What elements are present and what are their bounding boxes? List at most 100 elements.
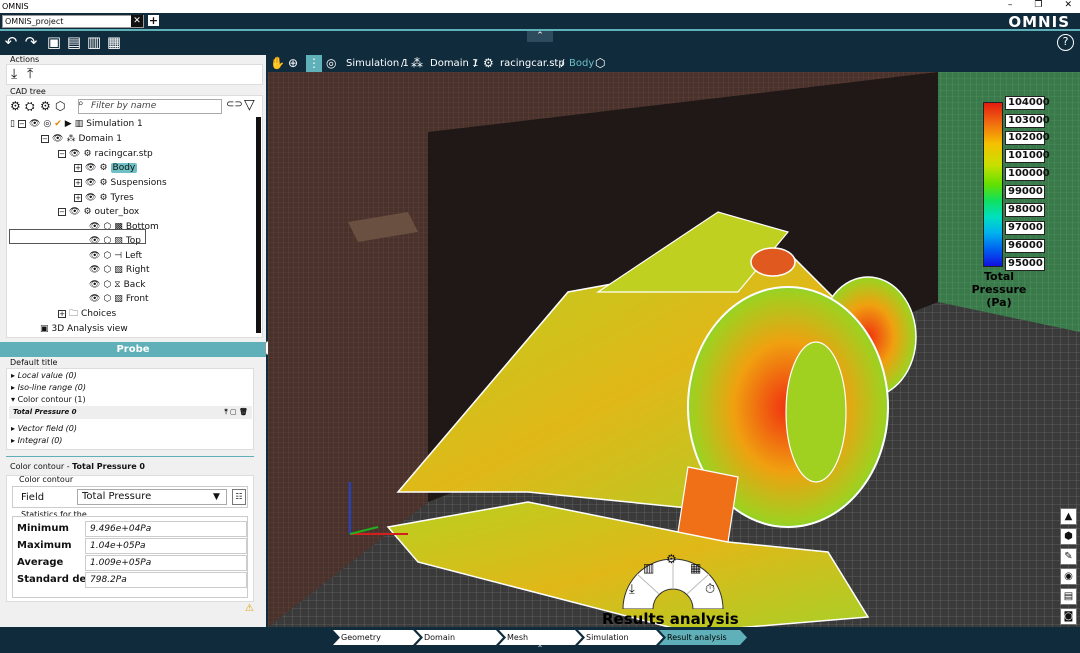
add-tab-icon[interactable]: + [148, 15, 159, 26]
tree-view-icon-3[interactable]: ⚙ [40, 99, 51, 113]
step-geometry[interactable]: Geometry [333, 630, 420, 645]
probe-default-title: Default title [10, 358, 58, 367]
tree-view-icon-2[interactable]: ⛭ [25, 99, 35, 114]
tree-item-front[interactable]: 👁 ⬡ ▧ Front [89, 292, 149, 306]
layout-icon[interactable]: ▦ [105, 33, 123, 51]
cube-icon[interactable]: ⬡ [595, 55, 605, 72]
separator [6, 456, 254, 457]
tree-item-right[interactable]: 👁 ⬡ ▧ Right [89, 263, 150, 277]
collapse-icon: − [17, 119, 26, 128]
step-simulation[interactable]: Simulation [578, 630, 663, 645]
tree-item-domain[interactable]: − 👁 ⁂ Domain 1 [41, 132, 122, 146]
warning-icon[interactable]: ⚠ [245, 603, 254, 614]
collapse-icon: − [41, 134, 49, 143]
project-tab[interactable]: OMNIS_project [2, 15, 144, 28]
help-icon[interactable]: ? [1057, 34, 1074, 51]
tree-item-back[interactable]: 👁 ⬡ ⧖ Back [89, 278, 145, 292]
ruler-icon[interactable]: ✎ [1060, 548, 1077, 565]
probe-item-contour[interactable]: ▾ Color contour (1) [11, 395, 86, 404]
settings-icon[interactable]: ⚙ [666, 552, 677, 566]
viewport-breadcrumb-bar: ✋ ⊕ ⋮ ◎ Simulation 1 / ⁂ Domain 1 / ⚙ ra… [268, 55, 1080, 72]
zoom-icon[interactable]: ⊕ [288, 55, 298, 72]
breadcrumb-domain[interactable]: Domain 1 [430, 55, 478, 72]
tree-item-body[interactable]: + 👁 ⚙ Body [74, 161, 138, 175]
field-select[interactable]: Total Pressure [77, 489, 227, 505]
probe-item-integral[interactable]: ▸ Integral (0) [11, 436, 62, 445]
screenshot-icon[interactable]: ▲ [1060, 508, 1077, 525]
download-icon[interactable]: ⤓ [629, 582, 635, 597]
image-icon: ▣ [40, 324, 49, 334]
tree-item-tyres[interactable]: + 👁 ⚙ Tyres [74, 191, 134, 205]
tree-view-icon-1[interactable]: ⚙ [10, 99, 21, 113]
copy-icon[interactable]: ▢ [230, 408, 237, 416]
chevron-down-icon[interactable]: ▼ [213, 492, 220, 502]
tree-item-outer-box[interactable]: − 👁 ⚙ outer_box [58, 205, 139, 219]
breadcrumb-body[interactable]: Body [569, 55, 594, 72]
tree-label: Tyres [110, 193, 134, 203]
filter-input[interactable]: Filter by name [78, 99, 222, 114]
tree-item-simulation[interactable]: ▯ − 👁 ◎ ✔ ▶ ▥ Simulation 1 [10, 117, 143, 131]
book-icon[interactable]: ▤ [1060, 588, 1077, 605]
funnel-filter-icon[interactable]: ▽ [244, 97, 255, 113]
face-icon: ⬡ [103, 265, 112, 275]
probe-header[interactable]: Probe [0, 342, 266, 357]
step-domain[interactable]: Domain [416, 630, 503, 645]
collapse-toolbar-icon[interactable]: ⌃ [527, 31, 553, 42]
tree-item-left[interactable]: 👁 ⬡ ⊣ Left [89, 249, 142, 263]
probe-item-vector[interactable]: ▸ Vector field (0) [11, 424, 77, 433]
restore-icon[interactable]: ❐ [1034, 0, 1042, 10]
front-icon: ▧ [114, 294, 123, 304]
cube-view-icon[interactable]: ⬢ [1060, 528, 1077, 545]
left-panel: Actions ⤓ ⤒ CAD tree ⚙ ⛭ ⚙ ⬡ ⌕ Filter by… [0, 55, 266, 627]
calculator-icon[interactable]: ▦ [690, 561, 701, 575]
redo-icon[interactable]: ↷ [22, 33, 40, 51]
domain-icon: ⁂ [411, 56, 423, 70]
export-icon[interactable]: ⤒ [225, 408, 228, 416]
save-as-icon[interactable]: ▤ [65, 33, 83, 51]
expand-bottom-icon[interactable]: ⌃ [527, 645, 553, 653]
eye-icon: 👁 [89, 251, 101, 261]
results-radial-menu: ⤓ ▥ ⚙ ▦ ⏱ [619, 549, 727, 610]
folder-icon: 🗀 [69, 309, 79, 319]
legend-title: Total Pressure (Pa) [971, 270, 1027, 309]
field-settings-icon[interactable]: ☷ [232, 489, 246, 505]
camera-icon[interactable]: ◙ [1060, 608, 1077, 625]
close-tab-icon[interactable]: ✕ [131, 15, 143, 27]
probe-icon[interactable]: ◉ [1060, 568, 1077, 585]
tree-scrollbar[interactable] [256, 117, 261, 333]
legend-label: 104000 [1005, 96, 1050, 110]
tree-item-racingcar[interactable]: − 👁 ⚙ racingcar.stp [58, 147, 153, 161]
tree-item-3d-view[interactable]: ▣ 3D Analysis view [40, 322, 128, 336]
export-icon[interactable]: ⤒ [27, 67, 33, 81]
save-icon[interactable]: ▣ [45, 33, 63, 51]
3d-viewport[interactable] [268, 72, 1080, 627]
minimize-icon[interactable]: – [1008, 0, 1013, 10]
pressure-legend-colorbar [983, 102, 1003, 267]
cube-icon[interactable]: ⬡ [55, 99, 65, 113]
step-result-analysis[interactable]: Result analysis [659, 630, 747, 645]
tree-item-choices[interactable]: + 🗀 Choices [58, 307, 116, 321]
import-icon[interactable]: ⤓ [11, 67, 17, 81]
probe-item-isoline[interactable]: ▸ Iso-line range (0) [11, 383, 86, 392]
trash-icon[interactable]: 🗑 [239, 408, 248, 416]
tree-label: outer_box [94, 207, 140, 217]
chart-icon[interactable]: ▥ [643, 561, 654, 575]
hand-icon[interactable]: ✋ [270, 55, 285, 72]
contour-title: Color contour - Total Pressure 0 [10, 462, 145, 471]
face-icon: ⬡ [103, 280, 112, 290]
probe-item-local[interactable]: ▸ Local value (0) [11, 371, 77, 380]
tree-select-icon[interactable]: ⋮ [306, 55, 322, 72]
link-icon[interactable]: ⊂⊃ [226, 99, 243, 110]
tree-item-suspensions[interactable]: + 👁 ⚙ Suspensions [74, 176, 167, 190]
tree-label: Body [110, 163, 138, 173]
stopwatch-icon[interactable]: ⏱ [705, 582, 715, 597]
save-copy-icon[interactable]: ▥ [85, 33, 103, 51]
eye-icon: 👁 [85, 178, 97, 188]
collapse-icon: − [58, 149, 66, 158]
breadcrumb-racingcar[interactable]: racingcar.stp [500, 55, 565, 72]
undo-icon[interactable]: ↶ [2, 33, 20, 51]
close-window-icon[interactable]: ✕ [1064, 0, 1072, 10]
probe-row-total-pressure[interactable]: Total Pressure 0 ⤒ ▢ 🗑 [9, 406, 252, 419]
breadcrumb-simulation[interactable]: Simulation 1 [346, 55, 409, 72]
step-mesh[interactable]: Mesh [499, 630, 582, 645]
